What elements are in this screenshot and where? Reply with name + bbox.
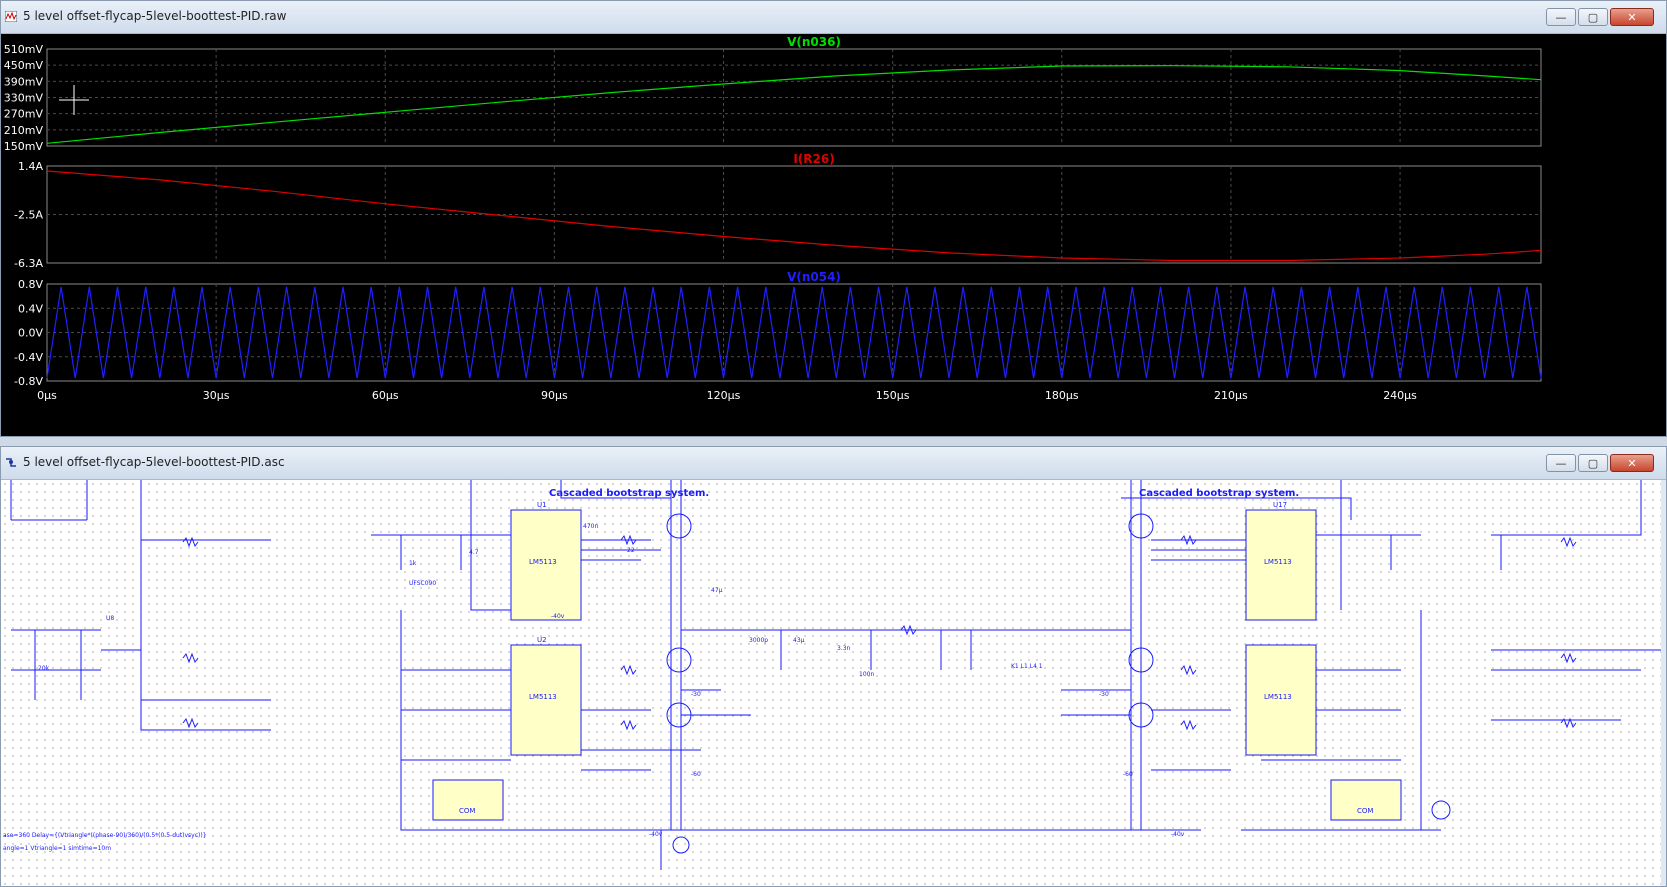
- resistor-r42[interactable]: [1180, 719, 1197, 731]
- y-tick-label: 330mV: [4, 92, 44, 105]
- resistor-r39[interactable]: [1180, 664, 1197, 676]
- ic-right-bottom-label: LM5113: [1264, 693, 1292, 701]
- ind-43u-label: 43µ: [793, 637, 805, 644]
- com-right-label: COM: [1357, 807, 1373, 815]
- coupling-label: K1 L1 L4 1: [1011, 663, 1043, 670]
- waveform-app-icon: [5, 11, 17, 22]
- com-block-left[interactable]: COM: [432, 779, 504, 821]
- y-tick-label: 0.0V: [18, 327, 43, 340]
- y-tick-label: -0.4V: [14, 351, 43, 364]
- close-button[interactable]: ✕: [1610, 454, 1654, 472]
- cap-100n-label: 100n: [859, 671, 874, 678]
- res-4-7-label: 4.7: [469, 549, 479, 556]
- trace-V(n036)[interactable]: [46, 65, 1542, 144]
- y-tick-label: 270mV: [4, 108, 44, 121]
- resistor-r57[interactable]: [1560, 536, 1577, 548]
- x-tick-label: 150µs: [876, 389, 910, 402]
- neg30-a: -30: [691, 691, 701, 698]
- ind-3000p-label: 3000p: [749, 637, 768, 644]
- waveform-plot-area[interactable]: V(n036) 510mV 450mV 390mV 330mV 270mV 210mV 150…: [1, 34, 1666, 436]
- ic-right-bottom[interactable]: LM5113: [1245, 644, 1317, 756]
- ic-u1[interactable]: LM5113 U1: [510, 501, 582, 621]
- x-tick-label: 180µs: [1045, 389, 1079, 402]
- schematic-app-icon: [6, 458, 16, 467]
- x-tick-label: 0µs: [37, 389, 57, 402]
- resistors: [182, 534, 1577, 731]
- schematic-window-title: 5 level offset-flycap-5level-boottest-PI…: [23, 455, 285, 469]
- y-tick-label: 390mV: [4, 75, 44, 88]
- schematic-svg[interactable]: LM5113 U1 LM5113 U2 LM5113 U17 LM5113 CO…: [1, 480, 1661, 886]
- minimize-button[interactable]: —: [1546, 454, 1576, 472]
- res-22-label: 22: [627, 547, 635, 554]
- neg40-a: -40v: [551, 613, 565, 620]
- cascade-label-right: Cascaded bootstrap system.: [1139, 488, 1299, 499]
- ic-u17-label: LM5113: [1264, 558, 1292, 566]
- trace-title[interactable]: I(R26): [793, 152, 834, 166]
- sim-param-line-1: ase=360 Delay={(Vtriangle*((phase-90)/36…: [3, 832, 207, 839]
- u8-ref: U8: [106, 615, 114, 622]
- resistor-r14[interactable]: [182, 717, 199, 729]
- resistor-r60[interactable]: [1560, 652, 1577, 664]
- schematic-titlebar[interactable]: 5 level offset-flycap-5level-boottest-PI…: [1, 447, 1666, 480]
- u17-ref: U17: [1273, 501, 1287, 509]
- schematic-window[interactable]: 5 level offset-flycap-5level-boottest-PI…: [0, 446, 1667, 887]
- cap-3n3-label: 3.3n: [837, 645, 851, 652]
- waveform-svg[interactable]: V(n036) 510mV 450mV 390mV 330mV 270mV 210mV 150…: [1, 34, 1666, 436]
- y-tick-label: 150mV: [4, 140, 44, 153]
- close-button[interactable]: ✕: [1610, 8, 1654, 26]
- cap-470n-label: 470n: [583, 523, 598, 530]
- x-tick-label: 120µs: [707, 389, 741, 402]
- neg60-b: -60: [1123, 771, 1133, 778]
- diode-label: UFSC090: [409, 580, 436, 587]
- trace-title[interactable]: V(n036): [787, 35, 841, 49]
- u1-ref: U1: [537, 501, 547, 509]
- trace-title[interactable]: V(n054): [787, 270, 841, 284]
- y-tick-label: 0.8V: [18, 278, 43, 291]
- resistor-r7[interactable]: [182, 536, 199, 548]
- x-tick-label: 60µs: [372, 389, 399, 402]
- y-tick-label: 450mV: [4, 59, 44, 72]
- ic-u2[interactable]: LM5113 U2: [510, 636, 582, 756]
- res-1k-label: 1k: [409, 560, 417, 567]
- source-v1[interactable]: [672, 836, 690, 854]
- x-tick-label: 240µs: [1383, 389, 1417, 402]
- neg40-c: -40v: [1171, 831, 1185, 838]
- ic-u1-label: LM5113: [529, 558, 557, 566]
- maximize-button[interactable]: ▢: [1578, 8, 1608, 26]
- y-tick-label: -2.5A: [14, 209, 43, 222]
- schematic-wires: [10, 480, 1661, 870]
- waveform-window-title: 5 level offset-flycap-5level-boottest-PI…: [23, 9, 287, 23]
- y-tick-label: -6.3A: [14, 257, 43, 270]
- ic-u17[interactable]: LM5113 U17: [1245, 501, 1317, 621]
- x-tick-label: 210µs: [1214, 389, 1248, 402]
- x-tick-label: 30µs: [203, 389, 230, 402]
- com-left-label: COM: [459, 807, 475, 815]
- y-tick-label: 510mV: [4, 43, 44, 56]
- x-tick-label: 90µs: [541, 389, 568, 402]
- ic-u2-label: LM5113: [529, 693, 557, 701]
- minimize-button[interactable]: —: [1546, 8, 1576, 26]
- neg60-a: -60: [691, 771, 701, 778]
- y-tick-label: 1.4A: [18, 160, 43, 173]
- com-block-right[interactable]: COM: [1330, 779, 1402, 821]
- waveform-titlebar[interactable]: 5 level offset-flycap-5level-boottest-PI…: [1, 1, 1666, 34]
- neg30-b: -30: [1099, 691, 1109, 698]
- res-20k-label: 20k: [38, 665, 50, 672]
- neg40-b: -40v: [649, 831, 663, 838]
- y-tick-label: -0.8V: [14, 375, 43, 388]
- y-tick-label: 210mV: [4, 124, 44, 137]
- cap-47u-label: 47µ: [711, 587, 723, 594]
- sim-param-line-2: angle=1 Vtriangle=1 simtime=10m: [3, 845, 111, 852]
- resistor-r12[interactable]: [620, 719, 637, 731]
- resistor-r11[interactable]: [620, 664, 637, 676]
- y-tick-label: 0.4V: [18, 302, 43, 315]
- source-v5[interactable]: [1431, 800, 1451, 820]
- schematic-canvas[interactable]: LM5113 U1 LM5113 U2 LM5113 U17 LM5113 CO…: [1, 480, 1661, 886]
- maximize-button[interactable]: ▢: [1578, 454, 1608, 472]
- cascade-label-left: Cascaded bootstrap system.: [549, 488, 709, 499]
- waveform-window[interactable]: 5 level offset-flycap-5level-boottest-PI…: [0, 0, 1667, 437]
- u2-ref: U2: [537, 636, 547, 644]
- trace-I(R26)[interactable]: [46, 170, 1542, 262]
- resistor-r13[interactable]: [182, 652, 199, 664]
